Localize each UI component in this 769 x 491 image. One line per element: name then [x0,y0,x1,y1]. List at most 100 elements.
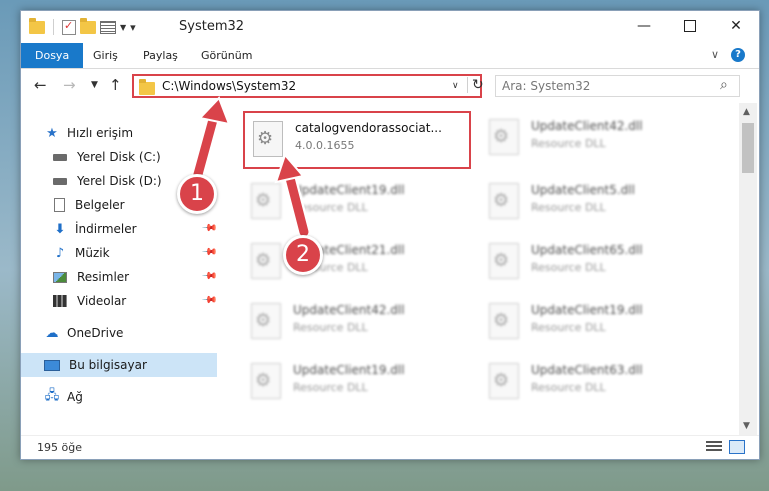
file-item[interactable]: ⚙ UpdateClient21.dll Resource DLL [243,235,469,287]
dll-file-icon: ⚙ [489,303,519,339]
sidebar-item-pictures[interactable]: Resimler 📌 [51,265,218,289]
search-box[interactable]: Ara: System32 ⌕ [495,75,740,97]
file-name: UpdateClient5.dll [531,183,635,197]
navigation-bar: ← → ▼ ↑ C:\Windows\System32 ∨ ↻ Ara: Sys… [21,69,759,103]
gear-icon: ⚙ [255,190,272,211]
sidebar-item-music[interactable]: ♪ Müzik 📌 [51,241,218,265]
scroll-down-icon[interactable]: ▼ [743,421,750,431]
file-item-selected[interactable]: ⚙ catalogvendorassociat... 4.0.0.1655 [243,111,471,169]
sidebar-item-local-disk-d[interactable]: Yerel Disk (D:) [51,169,247,193]
gear-icon: ⚙ [255,370,272,391]
maximize-button[interactable] [667,11,713,41]
sidebar-item-this-pc[interactable]: Bu bilgisayar [21,353,217,377]
window-title: System32 [179,19,245,34]
dll-file-icon: ⚙ [489,243,519,279]
sidebar-item-label: Belgeler [75,198,125,212]
sidebar-item-videos[interactable]: Videolar 📌 [51,289,218,313]
dll-file-icon: ⚙ [251,303,281,339]
customize-toolbar-icon[interactable]: ▾ [130,21,136,34]
dll-file-icon: ⚙ [251,243,281,279]
title-bar: ▼ ▾ System32 — ✕ [21,11,759,43]
folder-icon[interactable] [29,17,45,34]
file-name: UpdateClient19.dll [293,363,405,377]
up-arrow-icon[interactable]: ↑ [109,76,122,94]
vertical-scrollbar[interactable]: ▲ ▼ [739,103,757,435]
file-item[interactable]: ⚙ UpdateClient42.dll Resource DLL [243,295,469,347]
pin-icon[interactable]: 📌 [201,220,218,237]
file-description: Resource DLL [293,201,368,214]
pin-icon[interactable]: 📌 [201,292,218,309]
dll-file-icon: ⚙ [251,183,281,219]
recent-locations-icon[interactable]: ▼ [91,80,98,90]
file-item[interactable]: ⚙ UpdateClient19.dll Resource DLL [481,295,707,347]
file-name: catalogvendorassociat... [295,121,442,135]
gear-icon: ⚙ [493,126,510,147]
properties-icon[interactable] [62,19,76,35]
file-description: Resource DLL [531,137,606,150]
expand-ribbon-icon[interactable]: ∨ [711,48,719,61]
quick-access-toolbar: ▼ ▾ [29,17,136,35]
gear-icon: ⚙ [257,128,274,149]
forward-arrow-icon[interactable]: → [63,76,76,94]
tab-view[interactable]: Görünüm [191,43,262,68]
pin-icon[interactable]: 📌 [201,268,218,285]
sidebar-item-label: Hızlı erişim [67,126,134,140]
gear-icon: ⚙ [255,250,272,271]
film-strip-icon [53,295,67,307]
sidebar-item-onedrive[interactable]: ☁ OneDrive [43,321,217,345]
help-icon[interactable]: ? [731,48,745,62]
sidebar-item-network[interactable]: 🖧 Ağ [43,385,217,409]
file-item[interactable]: ⚙ UpdateClient5.dll Resource DLL [481,175,707,227]
new-folder-icon[interactable] [80,17,96,34]
file-name: UpdateClient63.dll [531,363,643,377]
sidebar-item-label: İndirmeler [75,222,137,236]
file-description: Resource DLL [531,321,606,334]
tab-home[interactable]: Giriş [83,43,128,68]
drive-icon [53,153,67,161]
dll-file-icon: ⚙ [489,183,519,219]
close-button[interactable]: ✕ [713,11,759,41]
sidebar-item-quick-access[interactable]: ★ Hızlı erişim [43,121,239,145]
file-name: UpdateClient19.dll [293,183,405,197]
refresh-icon[interactable]: ↻ [467,77,484,93]
file-item[interactable]: ⚙ UpdateClient19.dll Resource DLL [243,355,469,407]
view-options-icon[interactable] [100,20,116,34]
minimize-icon: — [637,18,651,34]
scroll-up-icon[interactable]: ▲ [743,107,750,117]
back-arrow-icon[interactable]: ← [34,76,47,94]
toolbar-divider [53,19,54,35]
file-name: UpdateClient42.dll [293,303,405,317]
dll-file-icon: ⚙ [489,119,519,155]
address-bar[interactable]: C:\Windows\System32 ∨ ↻ [132,74,484,98]
dll-file-icon: ⚙ [251,363,281,399]
sidebar-item-documents[interactable]: Belgeler [51,193,247,217]
search-icon[interactable]: ⌕ [720,77,728,93]
large-icons-view-icon[interactable] [729,440,745,454]
cloud-icon: ☁ [45,325,59,341]
computer-icon [44,359,60,371]
tab-share[interactable]: Paylaş [133,43,188,68]
document-icon [54,198,65,212]
gear-icon: ⚙ [493,310,510,331]
ribbon-tabs: Dosya Giriş Paylaş Görünüm ∨ ? [21,43,759,69]
sidebar-item-local-disk-c[interactable]: Yerel Disk (C:) [51,145,247,169]
search-placeholder[interactable]: Ara: System32 [502,79,590,93]
file-item[interactable]: ⚙ UpdateClient42.dll Resource DLL [481,111,707,163]
gear-icon: ⚙ [493,190,510,211]
file-description: Resource DLL [293,381,368,394]
step-2-badge: 2 [283,235,323,275]
file-item[interactable]: ⚙ UpdateClient19.dll Resource DLL [243,175,469,227]
caret-down-icon[interactable]: ▼ [120,23,126,32]
sidebar-item-downloads[interactable]: ⬇ İndirmeler 📌 [51,217,218,241]
address-history-icon[interactable]: ∨ [452,81,459,91]
tab-file[interactable]: Dosya [21,43,84,68]
download-arrow-icon: ⬇ [54,221,66,237]
file-item[interactable]: ⚙ UpdateClient63.dll Resource DLL [481,355,707,407]
dll-file-icon: ⚙ [489,363,519,399]
pin-icon[interactable]: 📌 [201,244,218,261]
scrollbar-thumb[interactable] [742,123,754,173]
file-item[interactable]: ⚙ UpdateClient65.dll Resource DLL [481,235,707,287]
details-view-icon[interactable] [706,441,722,453]
address-path[interactable]: C:\Windows\System32 [162,79,296,93]
minimize-button[interactable]: — [621,11,667,41]
